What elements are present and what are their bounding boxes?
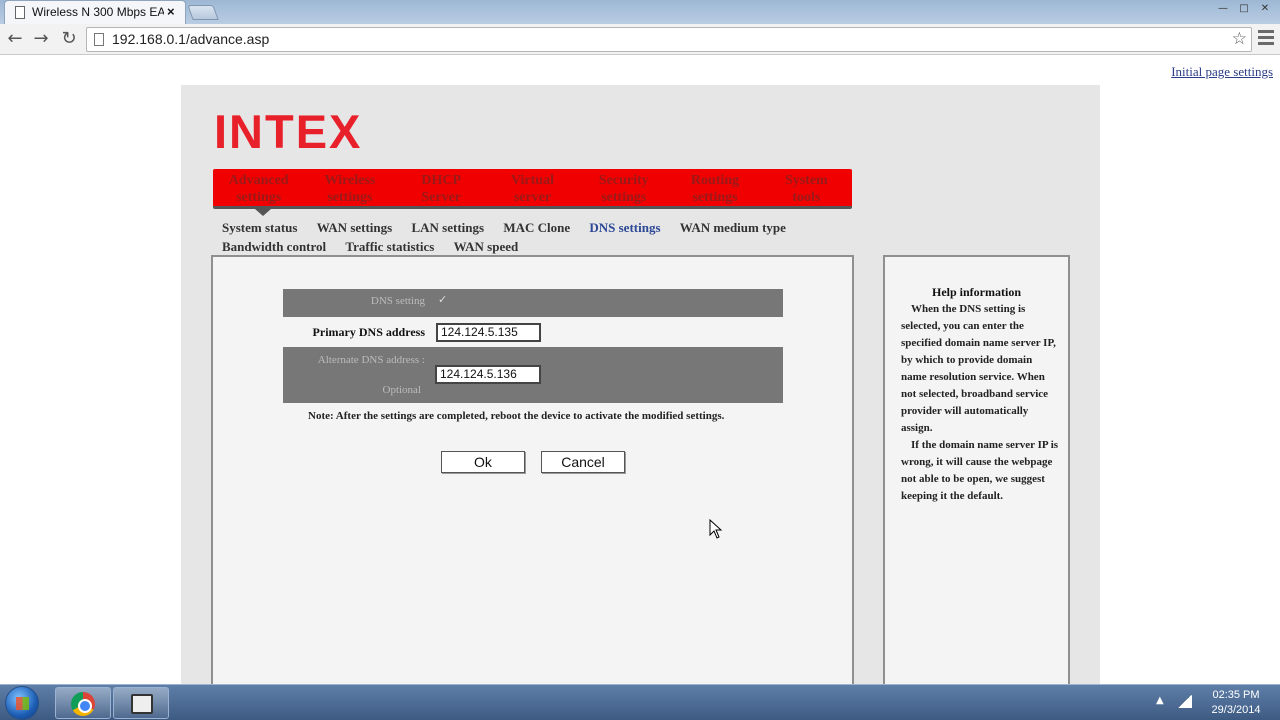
address-bar[interactable]: 192.168.0.1/advance.asp ☆ [86,27,1252,52]
close-tab-icon[interactable]: × [167,4,175,19]
network-signal-icon[interactable] [1178,695,1192,708]
primary-dns-input[interactable]: 124.124.5.135 [436,323,541,342]
submenu-lan-settings[interactable]: LAN settings [411,218,484,237]
sub-menu: System status WAN settings LAN settings … [222,218,862,256]
intex-logo: INTEX [214,105,363,158]
help-panel: Help information When the DNS setting is… [883,255,1070,684]
initial-page-settings-link[interactable]: Initial page settings [1171,64,1273,80]
submenu-wan-settings[interactable]: WAN settings [317,218,392,237]
menu-routing-settings[interactable]: Routing settings [669,169,760,206]
windows-start-icon[interactable] [5,686,39,720]
menu-dhcp-server[interactable]: DHCP Server [396,169,487,206]
help-text: When the DNS setting is selected, you ca… [901,301,1059,505]
browser-titlebar: Wireless N 300 Mbps EASY × — □ ✕ [0,0,1280,24]
submenu-system-status[interactable]: System status [222,218,297,237]
taskbar-chrome-button[interactable] [55,687,111,719]
new-tab-button[interactable] [187,5,219,20]
media-player-icon [131,694,153,714]
clock-time: 02:35 PM [1212,689,1260,701]
system-clock[interactable]: 02:35 PM 29/3/2014 [1204,688,1268,718]
submenu-dns-settings[interactable]: DNS settings [589,218,660,237]
page-icon [94,33,104,46]
minimize-icon[interactable]: — [1214,1,1232,17]
tab-title: Wireless N 300 Mbps EASY [32,5,164,19]
forward-arrow-icon[interactable]: → [29,28,53,50]
taskbar-media-button[interactable] [113,687,169,719]
alternate-dns-optional-label: Optional [382,384,422,396]
back-arrow-icon[interactable]: ← [3,28,27,50]
menu-virtual-server[interactable]: Virtual server [487,169,578,206]
router-panel: INTEX Advanced settings Wireless settings … [181,85,1100,684]
maximize-icon[interactable]: □ [1235,1,1253,17]
browser-menu-icon[interactable] [1258,30,1274,48]
submenu-traffic-statistics[interactable]: Traffic statistics [345,237,434,256]
reload-icon[interactable]: ↻ [57,28,81,50]
close-window-icon[interactable]: ✕ [1256,1,1274,17]
mouse-cursor-icon [709,519,723,539]
main-menu: Advanced settings Wireless settings DHCP Se… [213,169,852,209]
tray-expand-icon[interactable]: ▲ [1156,695,1164,706]
submenu-wan-medium-type[interactable]: WAN medium type [680,218,786,237]
menu-wireless-settings[interactable]: Wireless settings [304,169,395,206]
browser-tab[interactable]: Wireless N 300 Mbps EASY × [4,0,186,24]
chrome-icon [71,692,95,716]
dns-setting-checkbox[interactable]: ✓ [438,293,447,306]
dns-setting-label: DNS setting [370,295,425,307]
clock-date: 29/3/2014 [1211,704,1261,716]
dns-settings-form: DNS setting ✓ Primary DNS address 124.12… [211,255,854,684]
menu-advanced-settings[interactable]: Advanced settings [213,169,304,206]
router-page: Initial page settings INTEX Advanced sett… [0,56,1280,684]
windows-taskbar: ▲ 02:35 PM 29/3/2014 [0,684,1280,720]
url-text[interactable]: 192.168.0.1/advance.asp [112,31,269,47]
help-paragraph: If the domain name server IP is wrong, i… [901,439,1059,502]
submenu-wan-speed[interactable]: WAN speed [454,237,519,256]
dns-setting-row: DNS setting ✓ [283,289,783,317]
page-icon [15,6,25,19]
primary-dns-label: Primary DNS address [312,325,425,339]
bookmark-star-icon[interactable]: ☆ [1232,29,1247,49]
submenu-bandwidth-control[interactable]: Bandwidth control [222,237,326,256]
submenu-mac-clone[interactable]: MAC Clone [503,218,570,237]
alternate-dns-label: Alternate DNS address : [317,354,425,366]
alternate-dns-row: Alternate DNS address : Optional 124.124… [283,347,783,403]
cancel-button[interactable]: Cancel [541,451,625,473]
help-title: Help information [932,285,1021,299]
ok-button[interactable]: Ok [441,451,525,473]
menu-system-tools[interactable]: System tools [761,169,852,206]
active-menu-indicator [255,209,271,216]
alternate-dns-input[interactable]: 124.124.5.136 [435,365,541,384]
browser-toolbar: ← → ↻ 192.168.0.1/advance.asp ☆ [0,24,1280,55]
menu-security-settings[interactable]: Security settings [578,169,669,206]
help-paragraph: When the DNS setting is selected, you ca… [901,303,1056,434]
reboot-note: Note: After the settings are completed, … [308,410,725,422]
window-controls: — □ ✕ [1214,1,1274,17]
